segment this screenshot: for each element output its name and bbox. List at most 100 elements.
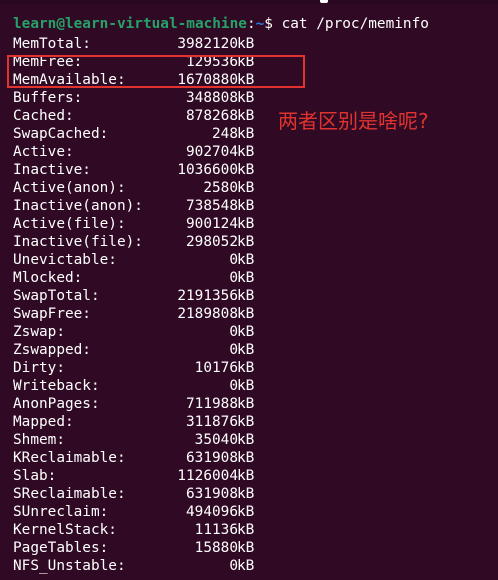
meminfo-key: Zswapped: bbox=[13, 342, 91, 358]
meminfo-unit: kB bbox=[237, 198, 255, 214]
meminfo-value: 494096 bbox=[186, 504, 238, 520]
meminfo-value: 35040 bbox=[194, 432, 238, 448]
meminfo-value: 1126004 bbox=[177, 468, 238, 484]
meminfo-value: 11136 bbox=[194, 522, 238, 538]
meminfo-value: 2189808 bbox=[177, 306, 238, 322]
meminfo-key: KReclaimable: bbox=[13, 450, 126, 466]
meminfo-key: NFS_Unstable: bbox=[13, 558, 126, 574]
meminfo-key: Cached: bbox=[13, 108, 74, 124]
meminfo-value: 248 bbox=[212, 126, 238, 142]
meminfo-value: 738548 bbox=[186, 198, 238, 214]
meminfo-value: 2191356 bbox=[177, 288, 238, 304]
meminfo-row: Zswapped: 0 kB bbox=[13, 341, 498, 359]
meminfo-unit: kB bbox=[237, 468, 255, 484]
shell-command: cat /proc/meminfo bbox=[281, 16, 429, 32]
meminfo-key: Zswap: bbox=[13, 324, 65, 340]
meminfo-unit: kB bbox=[237, 540, 255, 556]
meminfo-row: Buffers: 348808 kB bbox=[13, 89, 498, 107]
meminfo-key: PageTables: bbox=[13, 540, 109, 556]
meminfo-row: Shmem: 35040 kB bbox=[13, 431, 498, 449]
prompt-dollar: $ bbox=[264, 16, 282, 32]
meminfo-unit: kB bbox=[237, 306, 255, 322]
meminfo-unit: kB bbox=[237, 288, 255, 304]
meminfo-key: SUnreclaim: bbox=[13, 504, 109, 520]
meminfo-unit: kB bbox=[237, 360, 255, 376]
meminfo-row: AnonPages: 711988 kB bbox=[13, 395, 498, 413]
meminfo-row: PageTables: 15880 kB bbox=[13, 539, 498, 557]
meminfo-key: Active: bbox=[13, 144, 74, 160]
meminfo-key: Inactive: bbox=[13, 162, 91, 178]
meminfo-row: KernelStack: 11136 kB bbox=[13, 521, 498, 539]
meminfo-unit: kB bbox=[237, 522, 255, 538]
meminfo-row: Active(file): 900124 kB bbox=[13, 215, 498, 233]
meminfo-row: SUnreclaim: 494096 kB bbox=[13, 503, 498, 521]
meminfo-unit: kB bbox=[237, 486, 255, 502]
meminfo-row: Active(anon): 2580 kB bbox=[13, 179, 498, 197]
meminfo-row: Dirty: 10176 kB bbox=[13, 359, 498, 377]
meminfo-row: KReclaimable: 631908 kB bbox=[13, 449, 498, 467]
meminfo-key: AnonPages: bbox=[13, 396, 100, 412]
prompt-path: ~ bbox=[255, 16, 265, 32]
highlight-box bbox=[7, 55, 305, 88]
meminfo-unit: kB bbox=[237, 324, 255, 340]
meminfo-value: 15880 bbox=[194, 540, 238, 556]
meminfo-key: Writeback: bbox=[13, 378, 100, 394]
meminfo-row: SReclaimable: 631908 kB bbox=[13, 485, 498, 503]
meminfo-key: Shmem: bbox=[13, 432, 65, 448]
prompt-user-host: learn@learn-virtual-machine bbox=[13, 16, 247, 32]
meminfo-value: 878268 bbox=[186, 108, 238, 124]
meminfo-unit: kB bbox=[237, 180, 255, 196]
meminfo-row: MemTotal: 3982120 kB bbox=[13, 35, 498, 53]
meminfo-value: 631908 bbox=[186, 450, 238, 466]
meminfo-key: Dirty: bbox=[13, 360, 65, 376]
meminfo-unit: kB bbox=[237, 90, 255, 106]
meminfo-value: 711988 bbox=[186, 396, 238, 412]
meminfo-value: 902704 bbox=[186, 144, 238, 160]
meminfo-key: Inactive(anon): bbox=[13, 198, 143, 214]
meminfo-row: Inactive: 1036600 kB bbox=[13, 161, 498, 179]
meminfo-unit: kB bbox=[237, 234, 255, 250]
meminfo-unit: kB bbox=[237, 144, 255, 160]
meminfo-row: Inactive(anon): 738548 kB bbox=[13, 197, 498, 215]
meminfo-value: 900124 bbox=[186, 216, 238, 232]
terminal-window[interactable]: learn@learn-virtual-machine:~$ cat /proc… bbox=[0, 0, 498, 580]
prompt-separator: : bbox=[246, 16, 256, 32]
meminfo-unit: kB bbox=[237, 270, 255, 286]
meminfo-key: Mapped: bbox=[13, 414, 74, 430]
meminfo-value: 631908 bbox=[186, 486, 238, 502]
tab-indicator bbox=[320, 0, 328, 3]
meminfo-unit: kB bbox=[237, 378, 255, 394]
meminfo-key: Slab: bbox=[13, 468, 57, 484]
meminfo-key: Inactive(file): bbox=[13, 234, 143, 250]
meminfo-row: Mlocked: 0 kB bbox=[13, 269, 498, 287]
meminfo-key: Unevictable: bbox=[13, 252, 117, 268]
meminfo-unit: kB bbox=[237, 504, 255, 520]
meminfo-unit: kB bbox=[237, 36, 255, 52]
meminfo-row: Inactive(file): 298052 kB bbox=[13, 233, 498, 251]
meminfo-row: NFS_Unstable: 0 kB bbox=[13, 557, 498, 575]
meminfo-key: Mlocked: bbox=[13, 270, 83, 286]
meminfo-value: 311876 bbox=[186, 414, 238, 430]
meminfo-key: Active(anon): bbox=[13, 180, 126, 196]
meminfo-value: 298052 bbox=[186, 234, 238, 250]
meminfo-row: SwapFree: 2189808 kB bbox=[13, 305, 498, 323]
meminfo-key: SwapTotal: bbox=[13, 288, 100, 304]
meminfo-unit: kB bbox=[237, 108, 255, 124]
meminfo-unit: kB bbox=[237, 558, 255, 574]
meminfo-unit: kB bbox=[237, 126, 255, 142]
meminfo-unit: kB bbox=[237, 342, 255, 358]
meminfo-key: SwapCached: bbox=[13, 126, 109, 142]
meminfo-key: MemTotal: bbox=[13, 36, 91, 52]
meminfo-row: Slab: 1126004 kB bbox=[13, 467, 498, 485]
meminfo-row: Writeback: 0 kB bbox=[13, 377, 498, 395]
meminfo-unit: kB bbox=[237, 414, 255, 430]
meminfo-value: 1036600 bbox=[177, 162, 238, 178]
meminfo-value: 348808 bbox=[186, 90, 238, 106]
meminfo-unit: kB bbox=[237, 450, 255, 466]
meminfo-unit: kB bbox=[237, 432, 255, 448]
meminfo-unit: kB bbox=[237, 252, 255, 268]
meminfo-key: SwapFree: bbox=[13, 306, 91, 322]
meminfo-value: 3982120 bbox=[177, 36, 238, 52]
meminfo-key: Active(file): bbox=[13, 216, 126, 232]
meminfo-row: Active: 902704 kB bbox=[13, 143, 498, 161]
